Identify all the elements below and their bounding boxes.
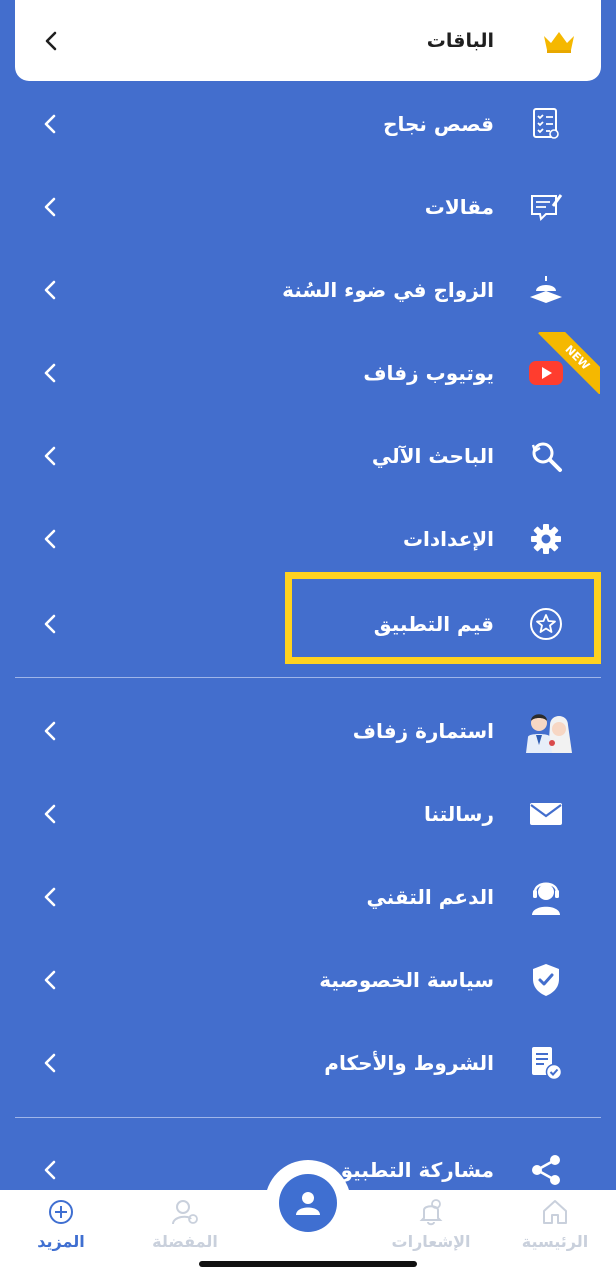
nav-more-label: المزيد — [37, 1232, 85, 1251]
chevron-left-icon — [44, 529, 56, 548]
menu-item-settings[interactable]: الإعدادات — [0, 497, 616, 580]
home-indicator — [199, 1261, 417, 1267]
menu-item-our-message[interactable]: رسالتنا — [0, 772, 616, 855]
chevron-left-icon — [45, 31, 57, 50]
menu-item-label: استمارة زفاف — [352, 718, 494, 743]
checklist-icon — [526, 104, 566, 144]
search-refresh-icon — [526, 436, 566, 476]
menu-item-label: مشاركة التطبيق — [335, 1157, 494, 1182]
menu-item-label: الباحث الآلي — [371, 443, 494, 468]
document-check-icon — [526, 1043, 566, 1083]
divider — [15, 1117, 601, 1118]
mosque-book-icon — [526, 270, 566, 310]
nav-favorites[interactable]: المفضلة — [130, 1198, 240, 1258]
nav-home-label: الرئيسية — [521, 1232, 589, 1251]
menu-item-label: يوتيوب زفاف — [363, 360, 494, 385]
support-agent-icon — [526, 877, 566, 917]
nav-notifications[interactable]: الإشعارات — [376, 1198, 486, 1258]
bell-icon — [419, 1199, 443, 1226]
chevron-left-icon — [44, 721, 56, 740]
menu-item-label: الدعم التقني — [366, 884, 494, 909]
menu-item-label: رسالتنا — [423, 801, 494, 826]
envelope-icon — [526, 794, 566, 834]
chevron-left-icon — [44, 114, 56, 133]
chevron-left-icon — [44, 197, 56, 216]
user-heart-icon — [172, 1200, 198, 1225]
plus-circle-icon — [49, 1200, 73, 1224]
chevron-left-icon — [44, 970, 56, 989]
user-icon — [296, 1192, 320, 1215]
menu-item-label: مقالات — [424, 194, 494, 219]
menu-item-label: قصص نجاح — [383, 111, 494, 136]
nav-more[interactable]: المزيد — [6, 1198, 116, 1258]
bride-groom-icon — [522, 705, 574, 757]
chevron-left-icon — [44, 614, 56, 633]
menu-item-youtube[interactable]: يوتيوب زفاف — [0, 331, 616, 414]
menu-item-privacy-policy[interactable]: سياسة الخصوصية — [0, 938, 616, 1021]
chevron-left-icon — [44, 280, 56, 299]
nav-notifications-label: الإشعارات — [391, 1232, 471, 1251]
menu-item-tech-support[interactable]: الدعم التقني — [0, 855, 616, 938]
share-icon — [526, 1150, 566, 1190]
chevron-left-icon — [44, 1160, 56, 1179]
shield-check-icon — [526, 960, 566, 1000]
nav-favorites-label: المفضلة — [152, 1232, 218, 1251]
menu-item-success-stories[interactable]: قصص نجاح — [0, 82, 616, 165]
menu-item-articles[interactable]: مقالات — [0, 165, 616, 248]
chevron-left-icon — [44, 1053, 56, 1072]
nav-home[interactable]: الرئيسية — [500, 1198, 610, 1258]
divider — [15, 677, 601, 678]
menu-item-label: الزواج في ضوء السُنة — [282, 277, 494, 302]
new-badge: NEW — [538, 332, 600, 394]
menu-item-terms[interactable]: الشروط والأحكام — [0, 1021, 616, 1104]
menu-item-marriage-sunnah[interactable]: الزواج في ضوء السُنة — [0, 248, 616, 331]
chevron-left-icon — [44, 363, 56, 382]
article-edit-icon — [526, 187, 566, 227]
highlight-box — [285, 572, 601, 664]
chevron-left-icon — [44, 887, 56, 906]
chevron-left-icon — [44, 804, 56, 823]
menu-item-wedding-form[interactable]: استمارة زفاف — [0, 689, 616, 772]
packages-label: الباقات — [426, 29, 494, 52]
packages-item[interactable]: الباقات — [15, 0, 601, 81]
profile-button[interactable] — [279, 1174, 337, 1232]
menu-item-label: سياسة الخصوصية — [319, 967, 494, 992]
home-icon — [543, 1200, 567, 1224]
crown-icon — [539, 21, 579, 61]
menu-item-label: الشروط والأحكام — [324, 1050, 494, 1075]
gear-icon — [526, 519, 566, 559]
chevron-left-icon — [44, 446, 56, 465]
menu-item-auto-search[interactable]: الباحث الآلي — [0, 414, 616, 497]
menu-item-label: الإعدادات — [402, 526, 494, 551]
